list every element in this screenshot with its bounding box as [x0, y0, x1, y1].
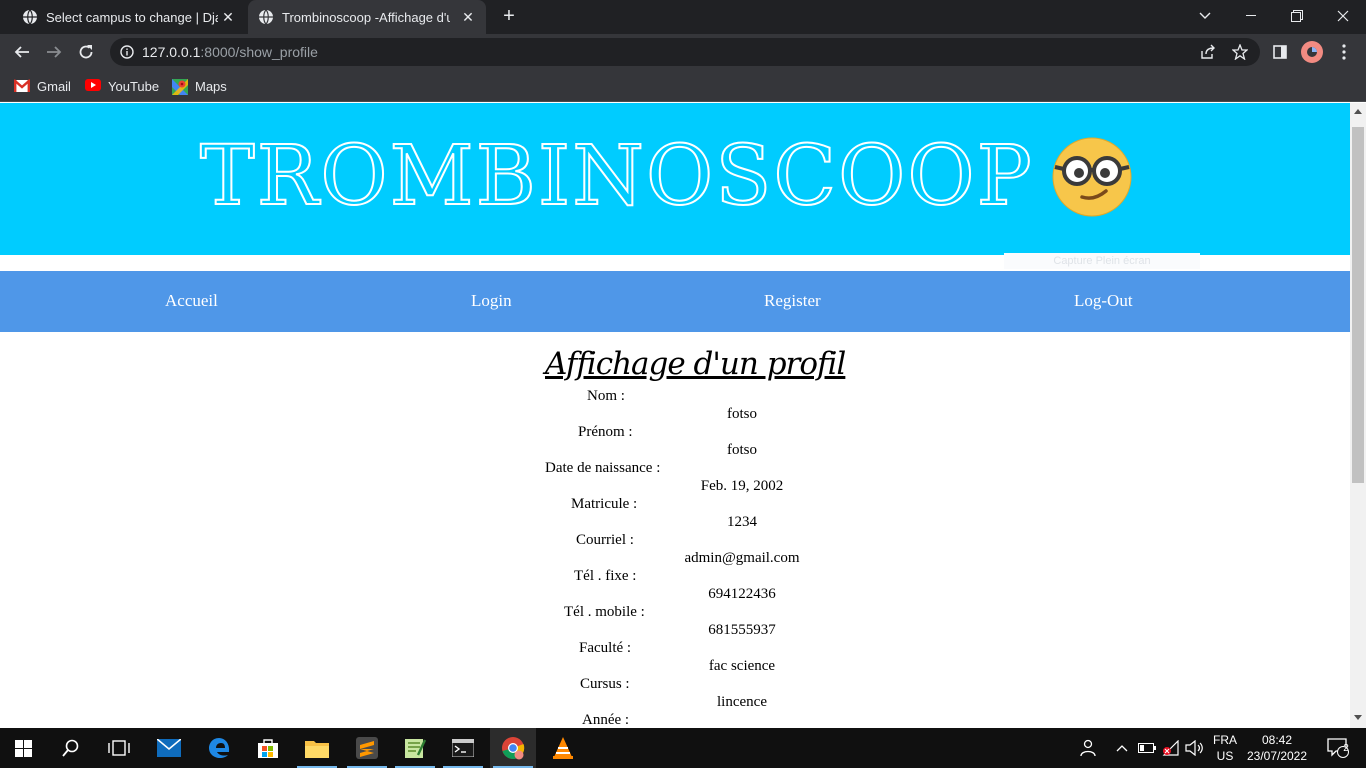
profile-avatar-icon[interactable]	[1300, 40, 1324, 64]
field-value-faculte: fac science	[708, 658, 776, 674]
nav-login[interactable]: Login	[471, 291, 512, 311]
maps-icon	[172, 79, 188, 95]
youtube-icon	[85, 79, 101, 93]
close-tab-icon[interactable]: ✕	[460, 9, 476, 25]
chrome-browser-icon[interactable]	[490, 728, 536, 768]
field-label-faculte: Faculté :	[579, 640, 632, 656]
url-text: 127.0.0.1:8000/show_profile	[142, 44, 318, 60]
close-window-icon[interactable]	[1320, 0, 1366, 32]
nav-register[interactable]: Register	[764, 291, 821, 311]
close-tab-icon[interactable]: ✕	[220, 9, 236, 25]
notifications-icon[interactable]: 2	[1318, 728, 1358, 768]
battery-icon[interactable]	[1136, 728, 1158, 768]
bookmark-label: Maps	[195, 78, 227, 94]
share-icon[interactable]	[1198, 42, 1218, 62]
tab-title: Select campus to change | Django	[46, 9, 218, 25]
field-value-prenom: fotso	[727, 442, 757, 458]
globe-icon	[258, 9, 274, 25]
address-bar[interactable]: 127.0.0.1:8000/show_profile	[110, 38, 1260, 66]
lang-code: FRA	[1213, 733, 1237, 747]
field-label-prenom: Prénom :	[578, 424, 633, 440]
reload-icon[interactable]	[72, 38, 100, 66]
field-value-tel-mobile: 681555937	[708, 622, 776, 638]
task-view-icon[interactable]	[96, 728, 142, 768]
page-title: Affichage d'un profil	[545, 346, 846, 382]
people-icon[interactable]	[1076, 728, 1100, 768]
keyboard-layout: US	[1216, 749, 1234, 763]
browser-tab-strip: Select campus to change | Django ✕ Tromb…	[0, 0, 1366, 34]
show-hidden-icons-chevron-icon[interactable]	[1112, 728, 1132, 768]
side-panel-icon[interactable]	[1270, 42, 1290, 62]
scrollbar-thumb[interactable]	[1352, 127, 1364, 483]
page-viewport: TROMBINOSCOOP Capture Plein écran Accuei…	[0, 103, 1350, 728]
network-disconnected-icon[interactable]	[1160, 728, 1182, 768]
volume-icon[interactable]	[1184, 728, 1206, 768]
field-value-nom: fotso	[727, 406, 757, 422]
microsoft-store-icon[interactable]	[245, 728, 291, 768]
bookmark-maps[interactable]: Maps	[172, 76, 227, 96]
field-value-matricule: 1234	[727, 514, 757, 530]
vlc-player-icon[interactable]	[540, 728, 586, 768]
search-icon[interactable]	[48, 728, 94, 768]
site-nav-menu: Accueil Login Register Log-Out	[0, 271, 1350, 332]
gmail-icon	[13, 79, 31, 93]
windows-taskbar: FRA US 08:42 23/07/2022 2	[0, 728, 1366, 768]
field-label-tel-mobile: Tél . mobile :	[564, 604, 645, 620]
url-host: 127.0.0.1	[142, 44, 201, 60]
site-title: TROMBINOSCOOP	[199, 128, 1034, 225]
field-label-annee: Année :	[582, 712, 630, 728]
field-label-cursus: Cursus :	[580, 676, 630, 692]
notification-count-badge: 2	[1343, 743, 1349, 754]
scroll-up-arrow-icon[interactable]	[1354, 109, 1362, 114]
field-label-tel-fixe: Tél . fixe :	[574, 568, 637, 584]
field-label-nom: Nom :	[587, 388, 625, 404]
field-label-date-naissance: Date de naissance :	[545, 460, 661, 476]
url-path: :8000/show_profile	[200, 44, 318, 60]
tab-search-chevron-icon[interactable]	[1182, 0, 1228, 32]
nav-accueil[interactable]: Accueil	[165, 291, 218, 311]
nav-logout[interactable]: Log-Out	[1074, 291, 1133, 311]
minimize-icon[interactable]	[1228, 0, 1274, 32]
nerd-face-emoji-icon	[1052, 137, 1132, 217]
input-language-indicator[interactable]: FRA US	[1208, 732, 1242, 764]
more-menu-icon[interactable]	[1334, 42, 1354, 62]
tab-trombinoscoop[interactable]: Trombinoscoop -Affichage d'un profil ✕	[248, 0, 486, 34]
bookmark-label: Gmail	[37, 78, 71, 94]
field-value-date-naissance: Feb. 19, 2002	[700, 478, 784, 494]
sublime-text-icon[interactable]	[344, 728, 390, 768]
field-label-courriel: Courriel :	[576, 532, 634, 548]
mail-app-icon[interactable]	[146, 728, 192, 768]
tab-title: Trombinoscoop -Affichage d'un profil	[282, 9, 450, 25]
file-explorer-icon[interactable]	[294, 728, 340, 768]
taskbar-clock[interactable]: 08:42 23/07/2022	[1242, 732, 1312, 764]
scroll-down-arrow-icon[interactable]	[1354, 715, 1362, 720]
page-scrollbar[interactable]	[1350, 103, 1366, 728]
bookmark-youtube[interactable]: YouTube	[85, 76, 159, 96]
browser-toolbar: 127.0.0.1:8000/show_profile	[0, 34, 1366, 70]
back-arrow-icon[interactable]	[8, 38, 36, 66]
tab-django-admin[interactable]: Select campus to change | Django ✕	[12, 0, 246, 34]
bookmark-star-icon[interactable]	[1230, 42, 1250, 62]
globe-icon	[22, 9, 38, 25]
field-label-matricule: Matricule :	[571, 496, 638, 512]
windows-start-icon[interactable]	[0, 728, 46, 768]
edge-browser-icon[interactable]	[196, 728, 242, 768]
bookmark-gmail[interactable]: Gmail	[13, 76, 71, 96]
notepad-plus-plus-icon[interactable]	[392, 728, 438, 768]
site-banner: TROMBINOSCOOP	[0, 103, 1350, 255]
clock-time: 08:42	[1261, 733, 1293, 747]
bookmark-label: YouTube	[108, 78, 160, 94]
field-value-tel-fixe: 694122436	[708, 586, 776, 602]
info-icon[interactable]	[120, 45, 134, 64]
field-value-cursus: lincence	[717, 694, 767, 710]
capture-fullscreen-hint[interactable]: Capture Plein écran	[1004, 253, 1200, 269]
restore-icon[interactable]	[1274, 0, 1320, 32]
new-tab-button[interactable]: +	[498, 6, 520, 28]
field-value-courriel: admin@gmail.com	[684, 550, 800, 566]
clock-date: 23/07/2022	[1246, 749, 1308, 763]
forward-arrow-icon[interactable]	[40, 38, 68, 66]
terminal-icon[interactable]	[440, 728, 486, 768]
bookmarks-bar: Gmail YouTube Maps	[0, 70, 1366, 102]
